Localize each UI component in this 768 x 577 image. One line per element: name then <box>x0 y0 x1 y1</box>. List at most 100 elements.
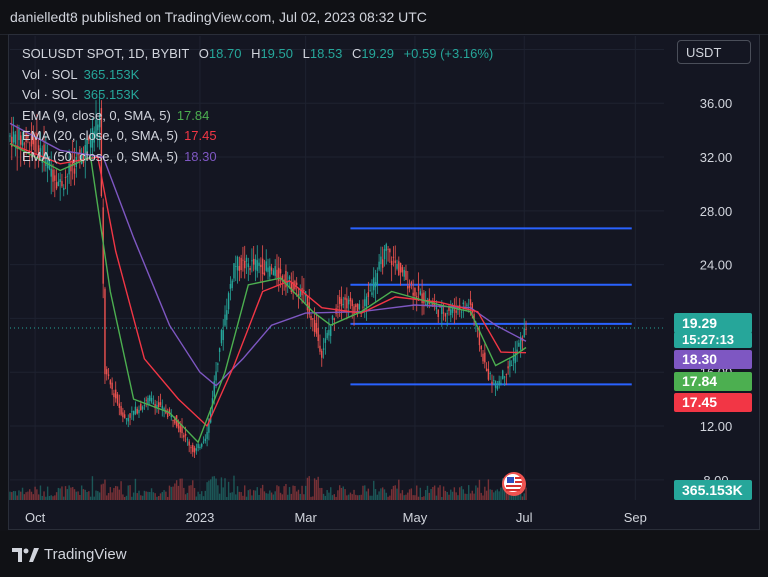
volume-bar <box>136 493 138 500</box>
currency-selector[interactable]: USDT <box>677 40 751 64</box>
candle-body <box>122 412 124 418</box>
volume-bar <box>337 490 339 500</box>
volume-bar <box>43 491 45 500</box>
volume-bar <box>143 490 146 500</box>
volume-bar <box>484 486 486 500</box>
volume-bar <box>211 476 214 500</box>
volume-bar <box>306 477 309 500</box>
y-tick-label: 12.00 <box>700 419 733 434</box>
volume-bar <box>66 489 69 500</box>
volume-bar <box>410 488 413 500</box>
candle-body <box>416 296 418 298</box>
volume-bar <box>430 488 432 500</box>
tradingview-logo-icon <box>12 548 39 563</box>
volume-bar <box>288 487 291 500</box>
volume-bar <box>197 491 199 500</box>
volume-bar <box>213 476 215 500</box>
volume-bar <box>279 492 282 500</box>
candle-body <box>437 309 439 318</box>
volume-bar <box>181 478 183 500</box>
candle-body <box>9 135 11 137</box>
candle-body <box>510 364 513 366</box>
volume-bar <box>331 495 334 500</box>
volume-value: 365.153K <box>83 66 140 82</box>
volume-bar <box>274 491 276 500</box>
volume-legend-2[interactable]: Vol · SOL 365.153K <box>22 85 493 106</box>
volume-bar <box>405 494 407 500</box>
candle-body <box>267 267 269 272</box>
volume-bar <box>525 487 527 500</box>
ema50-price-tag: 18.30 <box>674 350 752 369</box>
candle-body <box>394 260 396 263</box>
candle-body <box>351 300 353 307</box>
us-flag-icon[interactable] <box>502 472 526 496</box>
ema9-legend[interactable]: EMA (9, close, 0, SMA, 5) 17.84 <box>22 106 493 127</box>
volume-bar <box>57 487 60 500</box>
candle-body <box>197 443 199 449</box>
candle-body <box>333 318 336 320</box>
candle-body <box>118 403 120 408</box>
volume-bar <box>304 485 307 500</box>
volume-bar <box>301 485 303 500</box>
tradingview-brand[interactable]: TradingView <box>12 546 127 563</box>
horizontal-lines[interactable] <box>10 227 664 386</box>
candle-body <box>353 306 355 315</box>
candle-body <box>295 282 298 286</box>
volume-bar <box>496 489 499 500</box>
candle-body <box>369 290 371 292</box>
ema50-legend[interactable]: EMA (50, close, 0, SMA, 5) 18.30 <box>22 147 493 168</box>
candle-body <box>389 248 391 253</box>
volume-bar <box>485 490 488 500</box>
volume-bar <box>188 485 190 500</box>
volume-bar <box>448 494 450 500</box>
volume-bar <box>299 493 301 500</box>
volume-bar <box>50 495 52 500</box>
candle-body <box>523 328 525 338</box>
candle-body <box>399 262 402 273</box>
price-axis[interactable]: 8.0012.0016.0020.0024.0028.0032.0036.004… <box>700 42 733 487</box>
time-axis[interactable]: Oct 2023 Mar May Jul Sep <box>25 510 647 525</box>
candle-body <box>131 411 133 413</box>
candle-body <box>469 299 472 305</box>
candle-body <box>258 262 260 266</box>
volume-bar <box>360 494 362 500</box>
volume-legend-1[interactable]: Vol · SOL 365.153K <box>22 65 493 86</box>
candle-body <box>503 376 506 378</box>
volume-bar <box>147 491 149 500</box>
volume-bar <box>403 495 405 500</box>
candle-body <box>263 272 266 276</box>
volume-bars <box>9 475 527 500</box>
candle-body <box>192 445 194 452</box>
volume-bar <box>102 483 104 500</box>
volume-bar <box>193 487 196 500</box>
volume-bar <box>252 490 255 500</box>
candle-body <box>405 270 407 280</box>
candle-body <box>371 292 373 295</box>
volume-bar <box>480 492 482 500</box>
volume-bar <box>138 490 140 500</box>
volume-bar <box>208 480 210 500</box>
volume-bar <box>97 491 99 500</box>
volume-bar <box>107 492 110 500</box>
candle-body <box>453 309 456 311</box>
candle-body <box>460 311 463 313</box>
ema20-price-tag: 17.45 <box>674 393 752 412</box>
candle-body <box>227 293 230 310</box>
symbol-label[interactable]: SOLUSDT SPOT, 1D, BYBIT <box>22 46 189 61</box>
volume-bar <box>109 487 112 500</box>
volume-bar <box>451 491 454 500</box>
volume-bar <box>224 478 226 500</box>
volume-bar <box>21 487 24 500</box>
volume-bar <box>421 496 423 500</box>
candle-body <box>362 306 364 308</box>
candle-body <box>484 352 486 363</box>
volume-bar <box>493 492 495 500</box>
volume-bar <box>349 492 352 500</box>
candle-body <box>322 348 325 350</box>
candle-body <box>145 399 147 401</box>
volume-bar <box>328 492 330 500</box>
ema20-legend[interactable]: EMA (20, close, 0, SMA, 5) 17.45 <box>22 126 493 147</box>
candle-body <box>113 393 115 398</box>
volume-bar <box>471 490 473 500</box>
candle-body <box>367 292 370 297</box>
